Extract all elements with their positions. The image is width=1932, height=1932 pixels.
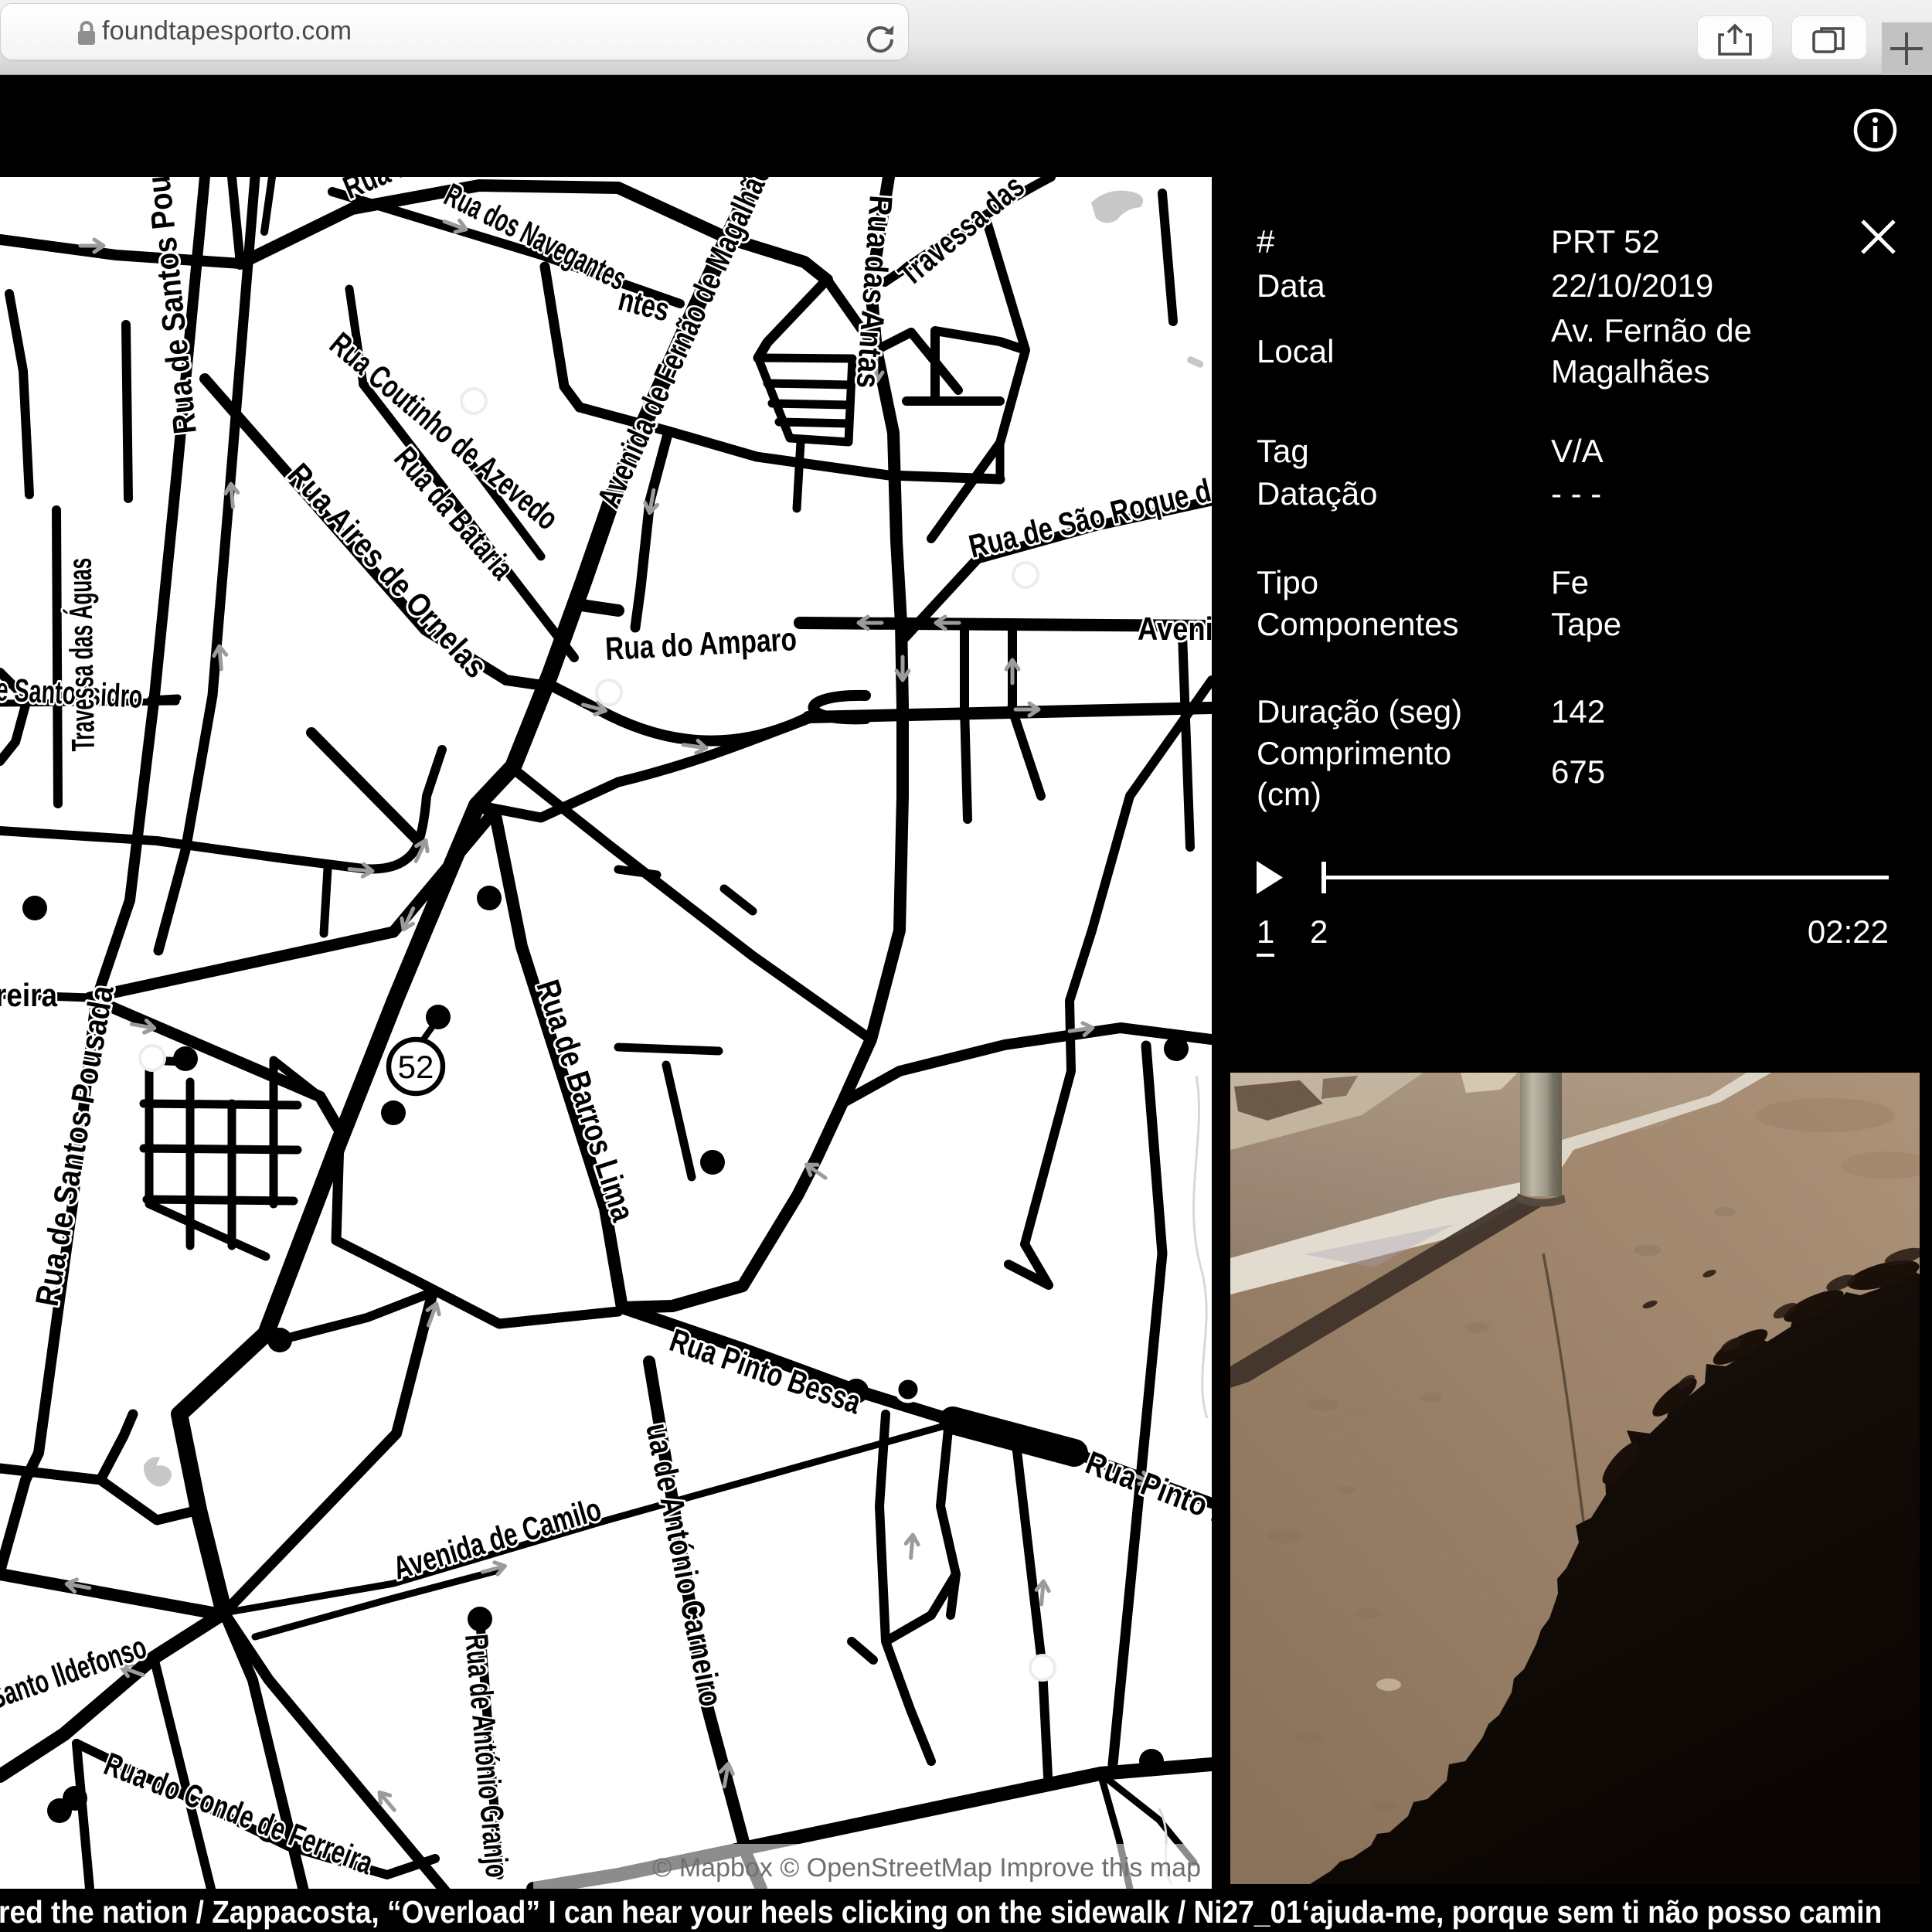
svg-text:Avenida de Fernão de Magalhães: Avenida de Fernão de Magalhães	[590, 177, 783, 513]
svg-text:Rua Aires de Ornelas: Rua Aires de Ornelas	[281, 457, 494, 685]
svg-text:Travessa das Águas: Travessa das Águas	[61, 557, 101, 751]
svg-text:© Mapbox © OpenStreetMap Impro: © Mapbox © OpenStreetMap Improve this ma…	[652, 1853, 1201, 1883]
svg-text:Rua de Barros Lima: Rua de Barros Lima	[529, 976, 641, 1226]
svg-text:52: 52	[398, 1049, 434, 1085]
svg-text:reira: reira	[0, 978, 58, 1014]
svg-text:Rua Pinto Bessa: Rua Pinto Bessa	[665, 1321, 866, 1421]
svg-text:ua de António Carneiro: ua de António Carneiro	[638, 1420, 728, 1709]
svg-text:Rua de António Granjo: Rua de António Granjo	[458, 1633, 516, 1879]
svg-text:Avenid: Avenid	[1138, 611, 1212, 648]
svg-text:ntes: ntes	[615, 281, 673, 328]
svg-text:Rua das Antas: Rua das Antas	[849, 194, 898, 389]
svg-text:Travessa das: Travessa das	[892, 177, 1031, 293]
svg-text:Rua de Santos Pousada: Rua de Santos Pousada	[29, 982, 121, 1309]
svg-text:Rua de São Roque d: Rua de São Roque d	[965, 472, 1212, 565]
